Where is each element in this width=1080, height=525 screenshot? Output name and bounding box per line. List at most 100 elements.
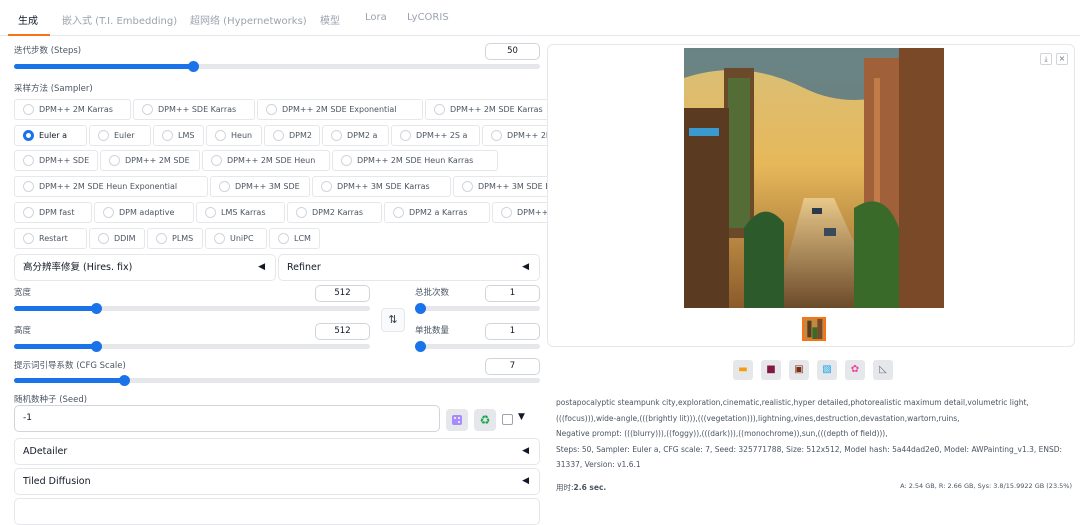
radio-dot-icon: [162, 130, 173, 141]
sampler-option[interactable]: DPM2: [264, 125, 320, 146]
sampler-option[interactable]: DPM++ 3M SDE: [210, 176, 310, 197]
tiled-diffusion-label: Tiled Diffusion: [23, 476, 91, 487]
radio-dot-icon: [23, 233, 34, 244]
batch-size-input[interactable]: 1: [485, 323, 540, 340]
sampler-option[interactable]: DPM adaptive: [94, 202, 194, 223]
sampler-option[interactable]: DPM++ SDE: [14, 150, 98, 171]
radio-dot-icon: [103, 207, 114, 218]
sampler-option[interactable]: DPM++ 2M SDE Heun: [202, 150, 330, 171]
seed-input[interactable]: -1: [14, 405, 440, 432]
cfg-scale-input[interactable]: 7: [485, 358, 540, 375]
radio-dot-icon: [434, 104, 445, 115]
ruler-icon: ◺: [879, 364, 887, 375]
sampler-option[interactable]: Euler: [89, 125, 151, 146]
sampler-option[interactable]: DPM++ 2M SDE Heun Karras: [332, 150, 498, 171]
tab-lycoris[interactable]: LyCORIS: [407, 12, 449, 23]
tab-generate[interactable]: 生成: [18, 12, 38, 27]
sampler-option[interactable]: PLMS: [147, 228, 203, 249]
save-button[interactable]: ■: [761, 360, 781, 380]
radio-dot-icon: [491, 130, 502, 141]
radio-dot-icon: [331, 130, 342, 141]
cfg-scale-slider-thumb[interactable]: [119, 375, 131, 386]
sampler-option[interactable]: DPM2 a: [322, 125, 389, 146]
sampler-option[interactable]: LMS Karras: [196, 202, 285, 223]
download-icon[interactable]: ⤓: [1040, 53, 1052, 65]
radio-dot-icon: [393, 207, 404, 218]
sampler-option-label: DPM++ 3M SDE: [235, 182, 300, 191]
steps-slider[interactable]: [14, 61, 540, 72]
height-slider[interactable]: [14, 341, 370, 352]
next-accordion[interactable]: [14, 498, 540, 525]
width-label: 宽度: [14, 288, 32, 298]
width-input[interactable]: 512: [315, 285, 370, 302]
info-line-version: 31337, Version: v1.6.1: [556, 460, 641, 469]
radio-dot-icon: [23, 181, 34, 192]
sampler-option[interactable]: UniPC: [205, 228, 267, 249]
open-folder-button[interactable]: ▬: [733, 360, 753, 380]
cfg-scale-slider[interactable]: [14, 375, 540, 386]
random-seed-button[interactable]: [446, 409, 468, 431]
sampler-option-label: DPM++ 2M: [507, 131, 553, 140]
sampler-option[interactable]: DPM++ 3M SDE Karras: [312, 176, 451, 197]
sampler-option[interactable]: DPM fast: [14, 202, 92, 223]
tab-hypernetworks[interactable]: 超网络 (Hypernetworks): [190, 12, 307, 27]
swap-dimensions-button[interactable]: ⇅: [381, 308, 405, 332]
width-slider-thumb[interactable]: [90, 303, 102, 314]
sampler-option[interactable]: Heun: [206, 125, 262, 146]
extra-seed-dropdown-icon[interactable]: ▼: [518, 412, 525, 422]
sampler-option-label: DPM++ 3M SDE Karras: [337, 182, 430, 191]
tiled-diffusion-accordion[interactable]: Tiled Diffusion ◀: [14, 468, 540, 495]
send-to-img2img-button[interactable]: ▧: [817, 360, 837, 380]
sampler-option-label: DPM adaptive: [119, 208, 175, 217]
sampler-option[interactable]: Restart: [14, 228, 87, 249]
radio-dot-icon: [400, 130, 411, 141]
hires-fix-accordion[interactable]: 高分辨率修复 (Hires. fix) ◀: [14, 254, 276, 281]
reuse-seed-button[interactable]: ♻: [474, 409, 496, 431]
sampler-option[interactable]: LCM: [269, 228, 320, 249]
sampler-option[interactable]: DDIM: [89, 228, 145, 249]
tab-bar: 生成 嵌入式 (T.I. Embedding) 超网络 (Hypernetwor…: [0, 0, 1080, 36]
sampler-option[interactable]: DPM++ 2M SDE Karras: [425, 99, 564, 120]
batch-size-slider[interactable]: [415, 341, 540, 352]
radio-dot-icon: [109, 155, 120, 166]
hires-fix-label: 高分辨率修复 (Hires. fix): [23, 262, 133, 273]
sampler-option[interactable]: DPM++ 2M Karras: [14, 99, 131, 120]
batch-count-slider[interactable]: [415, 303, 540, 314]
sampler-option[interactable]: DPM2 Karras: [287, 202, 382, 223]
sampler-option-label: Restart: [39, 234, 68, 243]
sampler-option[interactable]: Euler a: [14, 125, 87, 146]
adetailer-accordion[interactable]: ADetailer ◀: [14, 438, 540, 465]
sampler-option-label: DPM++ 2M SDE Heun Karras: [357, 156, 474, 165]
close-icon[interactable]: ×: [1056, 53, 1068, 65]
width-slider[interactable]: [14, 303, 370, 314]
batch-count-input[interactable]: 1: [485, 285, 540, 302]
batch-size-slider-thumb[interactable]: [415, 341, 426, 352]
sampler-option[interactable]: DPM2 a Karras: [384, 202, 490, 223]
tab-embedding[interactable]: 嵌入式 (T.I. Embedding): [62, 12, 177, 27]
height-slider-thumb[interactable]: [90, 341, 102, 352]
sampler-option[interactable]: DPM++ 2M SDE: [100, 150, 200, 171]
thumbnail-image[interactable]: [802, 317, 826, 341]
refiner-accordion[interactable]: Refiner ◀: [278, 254, 540, 281]
send-to-inpaint-button[interactable]: ✿: [845, 360, 865, 380]
width-slider-fill: [14, 306, 96, 311]
generated-image[interactable]: [684, 48, 944, 308]
radio-dot-icon: [219, 181, 230, 192]
output-image-panel: ⤓ ×: [547, 44, 1075, 347]
batch-count-slider-thumb[interactable]: [415, 303, 426, 314]
sampler-option[interactable]: DPM++ 2M SDE Exponential: [257, 99, 423, 120]
height-input[interactable]: 512: [315, 323, 370, 340]
extra-seed-checkbox[interactable]: [502, 414, 513, 425]
collapse-arrow-icon: ◀: [258, 262, 265, 272]
sampler-option[interactable]: DPM++ SDE Karras: [133, 99, 255, 120]
sampler-option[interactable]: DPM++ 2S a: [391, 125, 480, 146]
tab-lora[interactable]: Lora: [365, 12, 387, 23]
steps-input[interactable]: 50: [485, 43, 540, 60]
radio-dot-icon: [23, 130, 34, 141]
steps-slider-thumb[interactable]: [187, 61, 199, 72]
tab-model[interactable]: 模型: [320, 12, 340, 27]
sampler-option[interactable]: LMS: [153, 125, 204, 146]
zip-button[interactable]: ▣: [789, 360, 809, 380]
send-to-extras-button[interactable]: ◺: [873, 360, 893, 380]
sampler-option[interactable]: DPM++ 2M SDE Heun Exponential: [14, 176, 208, 197]
